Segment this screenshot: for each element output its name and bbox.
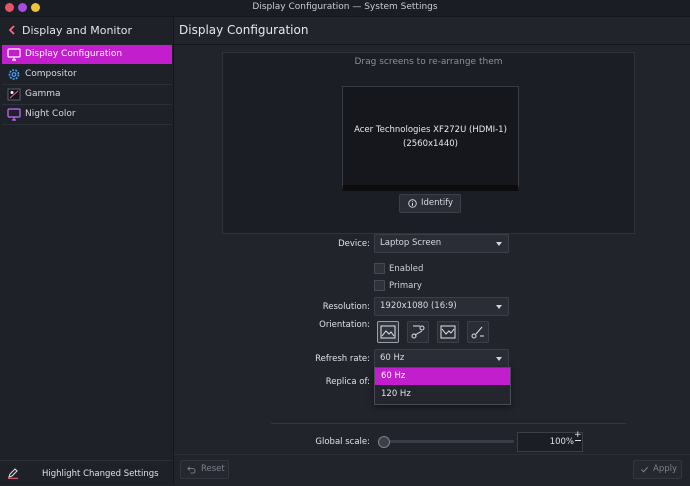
orientation-label: Orientation: — [319, 320, 370, 330]
resolution-value: 1920x1080 (16:9) — [380, 301, 457, 311]
reset-label: Reset — [201, 464, 225, 474]
global-scale-label: Global scale: — [315, 437, 370, 447]
screen-name: Acer Technologies XF272U (HDMI-1) (2560x… — [343, 123, 518, 151]
replica-of-label: Replica of: — [325, 377, 370, 387]
orientation-portrait-flipped-button[interactable] — [467, 321, 489, 343]
sidebar-item-gamma[interactable]: Gamma — [2, 85, 172, 105]
option-label: 60 Hz — [381, 371, 406, 381]
arrange-hint: Drag screens to re-arrange them — [354, 57, 503, 67]
chevron-down-icon — [496, 357, 502, 361]
option-label: 120 Hz — [381, 389, 411, 399]
page-title: Display Configuration — [179, 23, 309, 37]
enabled-checkbox[interactable] — [374, 263, 385, 274]
primary-checkbox[interactable] — [374, 280, 385, 291]
undo-icon — [187, 466, 196, 474]
sidebar-item-display-configuration[interactable]: Display Configuration — [2, 45, 172, 64]
global-scale-value: 100% — [549, 437, 574, 447]
device-value: Laptop Screen — [380, 238, 442, 248]
device-label: Device: — [338, 239, 370, 249]
highlight-changed-settings-label: Highlight Changed Settings — [42, 469, 159, 479]
device-select[interactable]: Laptop Screen — [374, 234, 509, 253]
chevron-down-icon — [496, 242, 502, 246]
highlight-changed-settings-button[interactable]: Highlight Changed Settings — [0, 460, 173, 486]
resolution-label: Resolution: — [322, 302, 370, 312]
monitor-icon — [7, 48, 21, 61]
night-color-icon — [7, 108, 21, 121]
identify-button[interactable]: Identify — [399, 194, 461, 213]
footer-divider — [174, 454, 690, 455]
info-icon — [408, 199, 417, 208]
orientation-landscape-button[interactable] — [377, 321, 399, 343]
gamma-icon — [7, 88, 21, 101]
pencil-icon — [8, 468, 18, 479]
increment-icon[interactable]: + — [574, 430, 582, 440]
orientation-portrait-button[interactable] — [407, 321, 429, 343]
apply-label: Apply — [653, 464, 677, 474]
gear-icon — [8, 69, 20, 80]
resolution-select[interactable]: 1920x1080 (16:9) — [374, 297, 509, 316]
chevron-left-icon[interactable] — [6, 24, 18, 36]
main-panel: Display Configuration Drag screens to re… — [174, 17, 690, 485]
refresh-rate-option-120[interactable]: 120 Hz — [375, 386, 510, 403]
sidebar-item-night-color[interactable]: Night Color — [2, 105, 172, 125]
portrait-flipped-icon — [471, 326, 484, 339]
sidebar-item-label: Display Configuration — [25, 49, 123, 59]
refresh-rate-select[interactable]: 60 Hz — [374, 349, 509, 368]
separator — [271, 423, 626, 424]
enabled-label: Enabled — [389, 264, 424, 274]
refresh-rate-label: Refresh rate: — [315, 354, 370, 364]
refresh-rate-dropdown: 60 Hz 120 Hz — [374, 367, 511, 405]
orientation-inverted-button[interactable] — [437, 321, 459, 343]
refresh-rate-value: 60 Hz — [380, 353, 405, 363]
apply-button[interactable]: Apply — [633, 460, 682, 479]
sidebar-item-label: Compositor — [25, 69, 77, 79]
screen-model: Acer Technologies XF272U (HDMI-1) — [354, 125, 507, 135]
sidebar: Display and Monitor Display Configuratio… — [0, 17, 174, 485]
slider-handle[interactable] — [378, 436, 390, 448]
chevron-down-icon — [496, 305, 502, 309]
landscape-icon — [380, 325, 396, 339]
sidebar-header: Display and Monitor — [0, 17, 173, 44]
portrait-icon — [411, 325, 425, 339]
reset-button[interactable]: Reset — [180, 460, 229, 479]
screen-tile[interactable]: Acer Technologies XF272U (HDMI-1) (2560x… — [342, 86, 519, 191]
refresh-rate-option-60[interactable]: 60 Hz — [375, 368, 510, 385]
sidebar-item-compositor[interactable]: Compositor — [2, 65, 172, 85]
identify-label: Identify — [421, 198, 454, 208]
checkmark-icon — [640, 466, 649, 473]
inverted-landscape-icon — [440, 325, 456, 339]
sidebar-title: Display and Monitor — [22, 24, 133, 37]
window-title: Display Configuration — System Settings — [252, 2, 438, 12]
global-scale-slider[interactable] — [384, 440, 514, 443]
sidebar-item-label: Gamma — [25, 89, 61, 99]
sidebar-item-label: Night Color — [25, 109, 76, 119]
screen-arrangement-area[interactable]: Drag screens to re-arrange them Acer Tec… — [222, 52, 635, 234]
primary-label: Primary — [389, 281, 422, 291]
screen-resolution: (2560x1440) — [403, 139, 458, 149]
header-divider — [174, 44, 690, 45]
title-bar: Display Configuration — System Settings — [0, 0, 690, 17]
decrement-icon[interactable] — [575, 440, 581, 441]
